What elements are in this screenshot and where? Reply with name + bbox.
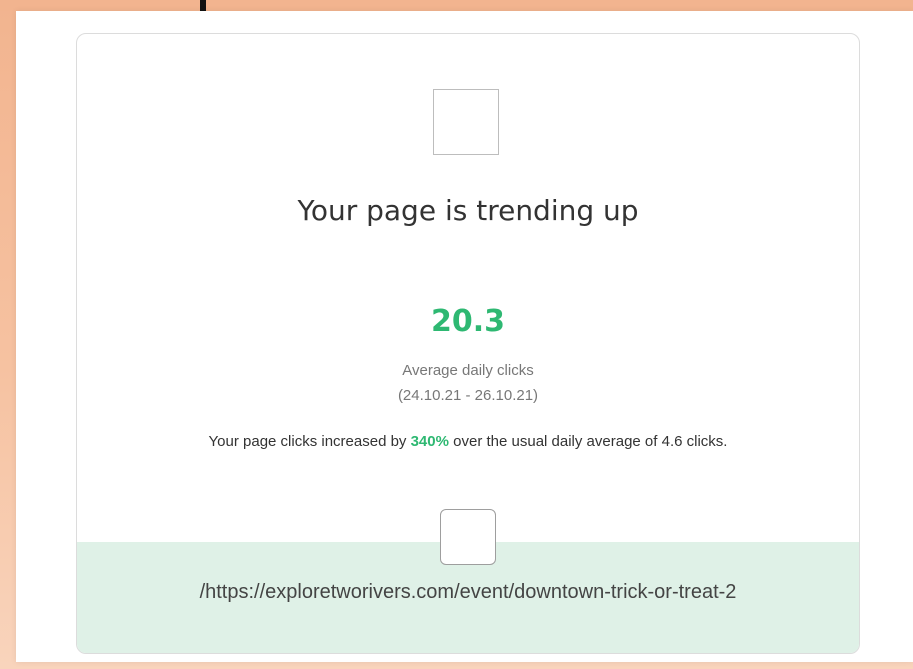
page-top-strip [0,0,913,11]
trend-image-icon [433,89,499,155]
trending-card: Your page is trending up 20.3 Average da… [76,33,860,654]
metric-description: Your page clicks increased by 340% over … [177,430,759,453]
content-panel: Your page is trending up 20.3 Average da… [16,11,913,662]
metric-label: Average daily clicks [402,362,534,379]
description-before: Your page clicks increased by [208,433,411,450]
description-after: over the usual daily average of 4.6 clic… [448,433,728,450]
increase-percent: 340% [410,433,449,450]
card-title: Your page is trending up [297,194,639,227]
page-url-link[interactable]: /https://exploretworivers.com/event/down… [77,581,859,604]
metric-date-range: (24.10.21 - 26.10.21) [397,387,539,404]
metric-value: 20.3 [430,304,506,339]
text-cursor-mark [200,0,206,11]
page-thumbnail-icon [440,509,496,565]
